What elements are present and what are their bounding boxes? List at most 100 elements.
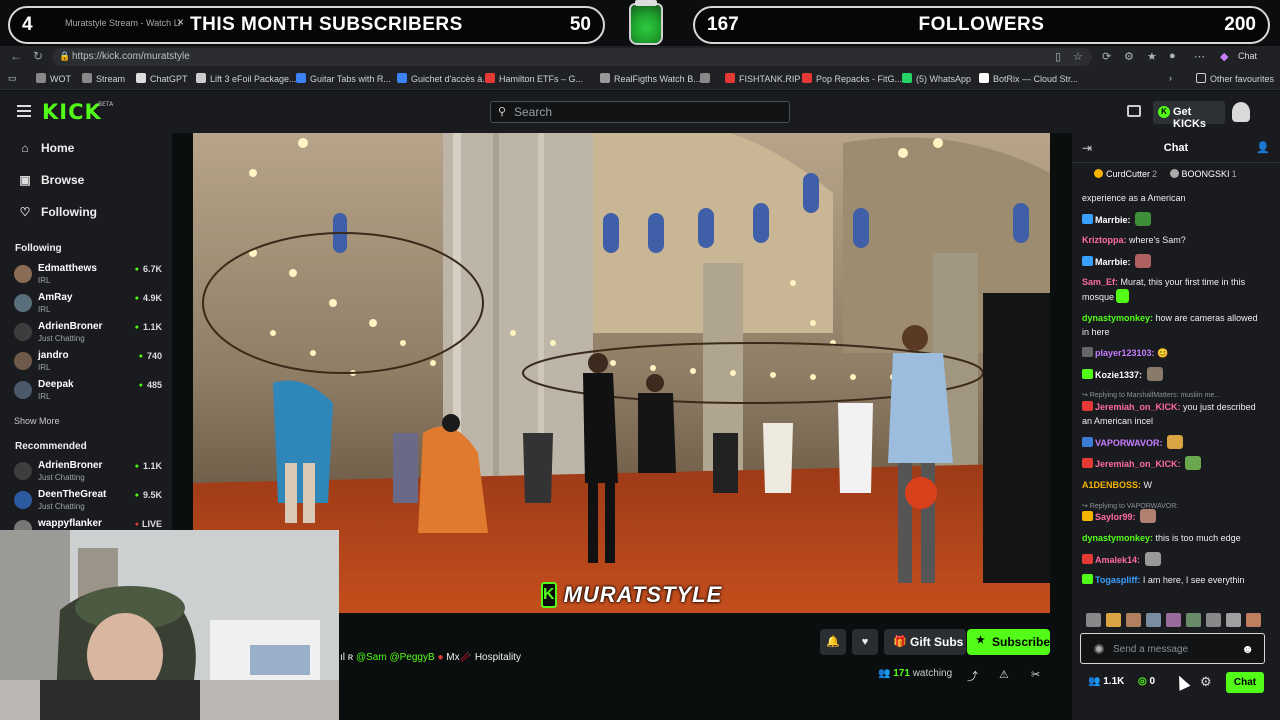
sidebar-channel-item[interactable]: Deepak IRL 485 [14, 379, 164, 407]
chat-username[interactable]: Marrbie: [1095, 215, 1131, 225]
heart-icon: ♥ [861, 636, 869, 648]
chat-settings-icon[interactable]: ⚙ [1200, 674, 1212, 690]
kick-logo[interactable]: KICK BETA [42, 100, 113, 124]
sidebar-item-browse[interactable]: ▣ Browse [17, 173, 84, 187]
stream-title: ıl ʀ @Sam @PeggyB ● Mx🥢 Hospitality [340, 652, 521, 663]
lock-icon: 🔒 [59, 51, 71, 61]
chat-username[interactable]: Saylor99: [1095, 512, 1136, 522]
address-bar[interactable]: 🔒 https://kick.com/muratstyle [52, 48, 1092, 66]
clip-icon[interactable]: ✂ [1031, 668, 1040, 681]
chat-username[interactable]: Amalek14: [1095, 555, 1140, 565]
sidebar-channel-item[interactable]: AmRay IRL 4.9K [14, 292, 164, 320]
search-input[interactable]: ⚲ Search [490, 101, 790, 123]
more-icon[interactable]: ⋯ [1194, 50, 1205, 63]
webcam-overlay [0, 530, 339, 720]
sidebar-item-home[interactable]: ⌂ Home [17, 141, 74, 155]
emote-bar[interactable] [1086, 613, 1276, 629]
bookmark-item[interactable]: Stream [82, 73, 125, 84]
sidebar-channel-item[interactable]: AdrienBroner Just Chatting 1.1K [14, 460, 164, 488]
other-favourites[interactable]: Other favourites [1196, 73, 1274, 84]
following-section-title: Following [15, 243, 62, 254]
chat-identity-icon[interactable] [1094, 644, 1104, 654]
chat-badge-icon [1082, 214, 1093, 224]
browser-tab-title[interactable]: Muratstyle Stream - Watch Li [65, 18, 181, 28]
refresh-icon[interactable]: ⟳ [1102, 50, 1111, 63]
bookmark-item[interactable]: BotRix — Cloud Str... [979, 73, 1078, 84]
points-count[interactable]: ◎ 0 [1138, 676, 1155, 687]
notification-bell-button[interactable]: 🔔 [820, 629, 846, 655]
chat-badge-icon [1082, 256, 1093, 266]
chat-users-icon[interactable]: 👤 [1256, 141, 1270, 154]
channel-name: jandro [38, 350, 69, 361]
chat-username[interactable]: Sam_Ef: [1082, 277, 1118, 287]
viewer-count: 1.1K [135, 322, 162, 332]
bookmark-item[interactable]: ChatGPT [136, 73, 188, 84]
bookmark-item[interactable]: Hamilton ETFs – G... [485, 73, 583, 84]
favorites-icon[interactable]: ★ [1147, 50, 1157, 63]
chat-panel: ⇥ Chat 👤 CurdCutter 2 BOONGSKI 1 experienc… [1072, 133, 1280, 720]
sidebar-item-following[interactable]: ♡ Following [17, 205, 97, 219]
user-avatar[interactable] [1232, 102, 1250, 122]
menu-icon[interactable] [17, 105, 31, 117]
reload-icon[interactable]: ↻ [33, 49, 43, 63]
reader-icon[interactable]: ▯ [1055, 50, 1061, 63]
bookmark-favicon-icon [725, 73, 735, 83]
gift-subs-button[interactable]: 🎁 Gift Subs [884, 629, 966, 655]
bookmark-item[interactable]: WOT [36, 73, 71, 84]
bookmarks-bar: ▭ WOT Stream ChatGPT Lift 3 eFoil Package..… [0, 68, 1280, 90]
extensions-icon[interactable]: ⚙ [1124, 50, 1134, 63]
copilot-label[interactable]: Chat [1238, 51, 1257, 61]
chat-message: Jeremiah_on_KICK: [1082, 456, 1267, 471]
tab-close-icon[interactable]: × [177, 15, 184, 29]
favorite-star-icon[interactable]: ☆ [1073, 50, 1083, 63]
chat-username[interactable]: Togaspliff: [1095, 575, 1140, 585]
chat-username[interactable]: A1DENBOSS: [1082, 480, 1141, 490]
sidebar-channel-item[interactable]: AdrienBroner Just Chatting 1.1K [14, 321, 164, 349]
chat-send-button[interactable]: Chat [1226, 672, 1264, 693]
theater-mode-icon[interactable] [1127, 105, 1141, 117]
bookmark-item[interactable]: Guichet d'accès à... [397, 73, 490, 84]
chat-username[interactable]: VAPORWAVOR: [1095, 438, 1163, 448]
bookmark-item[interactable]: (5) WhatsApp [902, 73, 971, 84]
gift-icon: 🎁 [893, 636, 907, 648]
chat-username[interactable]: player123103: [1095, 348, 1155, 358]
chat-username[interactable]: Jeremiah_on_KICK: [1095, 459, 1181, 469]
bookmark-item[interactable]: RealFigths Watch B... [600, 73, 701, 84]
copilot-icon[interactable]: ◆ [1220, 50, 1228, 63]
chat-badge-icon [1082, 437, 1093, 447]
bookmark-item[interactable]: Lift 3 eFoil Package... [196, 73, 297, 84]
subscribe-button[interactable]: ★ Subscribe [967, 629, 1050, 655]
profile-icon[interactable]: ● [1169, 50, 1176, 62]
report-icon[interactable]: ⚠ [999, 668, 1009, 681]
chat-username[interactable]: Kriztoppa: [1082, 235, 1127, 245]
chat-username[interactable]: dynastymonkey: [1082, 313, 1153, 323]
bookmark-item[interactable]: Guitar Tabs with R... [296, 73, 391, 84]
sidebar-channel-item[interactable]: DeenTheGreat Just Chatting 9.5K [14, 489, 164, 517]
url-text: https://kick.com/muratstyle [72, 51, 190, 62]
chat-message-input[interactable]: Send a message ☻ [1080, 633, 1265, 664]
sidebar-channel-item[interactable]: Edmatthews IRL 6.7K [14, 263, 164, 291]
bookmarks-panel-icon[interactable]: ▭ [8, 73, 17, 84]
chevron-right-icon[interactable]: › [1169, 73, 1172, 83]
chatters-count[interactable]: 👥 1.1K [1088, 676, 1124, 687]
channel-category: Just Chatting [38, 473, 85, 482]
get-kicks-button[interactable]: K Get KICKs [1153, 101, 1225, 130]
chat-badge-icon [1082, 347, 1093, 357]
back-icon[interactable]: ← [10, 49, 22, 63]
bookmark-item[interactable]: FISHTANK.RIP [725, 73, 800, 84]
chat-username[interactable]: dynastymonkey: [1082, 533, 1153, 543]
chat-username[interactable]: Marrbie: [1095, 257, 1131, 267]
chat-username[interactable]: Jeremiah_on_KICK: [1095, 402, 1181, 412]
heart-icon: ♡ [19, 205, 31, 219]
chat-emote-icon [1135, 254, 1152, 268]
sidebar-channel-item[interactable]: jandro IRL 740 [14, 350, 164, 378]
kicks-coin-icon: K [1158, 106, 1170, 118]
emoji-picker-icon[interactable]: ☻ [1241, 642, 1254, 656]
share-icon[interactable]: ⤴ [967, 668, 978, 684]
gift-leaderboard: CurdCutter 2 BOONGSKI 1 [1094, 169, 1247, 179]
show-more-link[interactable]: Show More [14, 416, 60, 426]
follow-heart-button[interactable]: ♥ [852, 629, 878, 655]
bookmark-item[interactable] [700, 73, 714, 84]
bookmark-item[interactable]: Pop Repacks - FitG... [802, 73, 902, 84]
chat-username[interactable]: Kozie1337: [1095, 370, 1142, 380]
